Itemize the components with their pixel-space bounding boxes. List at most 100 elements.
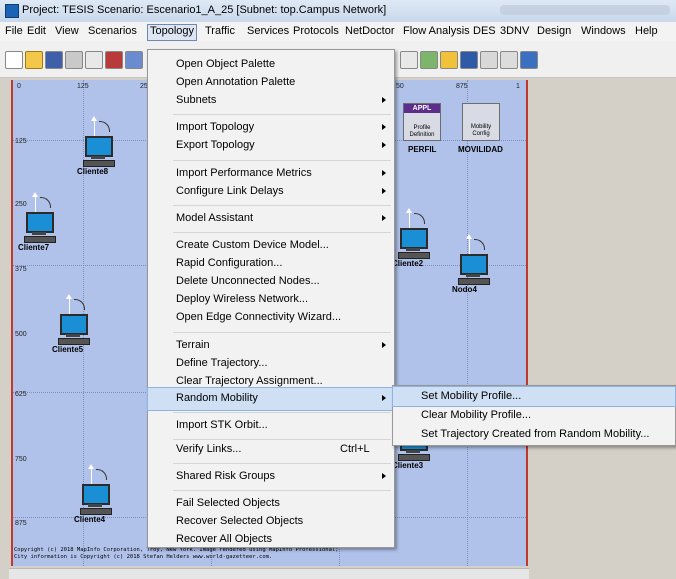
menu-protocols[interactable]: Protocols bbox=[290, 25, 342, 39]
submenu-arrow-icon bbox=[382, 97, 386, 103]
monitor-stand bbox=[32, 232, 46, 235]
menu-traffic[interactable]: Traffic bbox=[202, 25, 238, 39]
menu-item-label: Export Topology bbox=[176, 139, 255, 151]
statistics-icon[interactable] bbox=[500, 51, 518, 69]
menu-item-import-stk-orbit[interactable]: Import STK Orbit... bbox=[148, 415, 394, 437]
node-icon[interactable] bbox=[105, 51, 123, 69]
signal-icon bbox=[96, 469, 107, 480]
menu-services[interactable]: Services bbox=[244, 25, 292, 39]
menu-separator bbox=[173, 490, 391, 491]
config-icon[interactable] bbox=[420, 51, 438, 69]
menu-item-open-edge-connectivity-wizard[interactable]: Open Edge Connectivity Wizard... bbox=[148, 307, 394, 329]
signal-icon bbox=[40, 197, 51, 208]
keyboard-icon bbox=[398, 454, 430, 461]
menu-item-label: Define Trajectory... bbox=[176, 357, 268, 369]
wireless-node[interactable]: Cliente7 bbox=[18, 192, 72, 254]
view-icon[interactable] bbox=[480, 51, 498, 69]
open-folder-icon[interactable] bbox=[25, 51, 43, 69]
menu-separator bbox=[173, 412, 391, 413]
menu-item-verify-links[interactable]: Verify Links... Ctrl+L bbox=[148, 439, 394, 461]
menu-shortcut: Ctrl+L bbox=[340, 443, 370, 455]
menu-help[interactable]: Help bbox=[632, 25, 661, 39]
ruler-y-label: 125 bbox=[15, 138, 27, 145]
menu-3dnv[interactable]: 3DNV bbox=[497, 25, 532, 39]
menu-edit[interactable]: Edit bbox=[24, 25, 49, 39]
menu-item-label: Create Custom Device Model... bbox=[176, 239, 329, 251]
menu-item-shared-risk-groups[interactable]: Shared Risk Groups bbox=[148, 466, 394, 488]
antenna-icon bbox=[91, 116, 97, 136]
menu-item-label: Open Object Palette bbox=[176, 58, 276, 70]
menu-item-subnets[interactable]: Subnets bbox=[148, 90, 394, 112]
antenna-icon bbox=[66, 294, 72, 314]
menu-design[interactable]: Design bbox=[534, 25, 574, 39]
node-label: Cliente8 bbox=[77, 167, 109, 176]
menu-item-configure-link-delays[interactable]: Configure Link Delays bbox=[148, 181, 394, 203]
blurred-title-text bbox=[500, 5, 670, 15]
print-icon[interactable] bbox=[65, 51, 83, 69]
save-icon[interactable] bbox=[45, 51, 63, 69]
ruler-x-label: 50 bbox=[396, 83, 404, 90]
menu-item-label: Clear Mobility Profile... bbox=[421, 409, 532, 421]
signal-icon bbox=[99, 121, 110, 132]
wireless-icon[interactable] bbox=[125, 51, 143, 69]
random-mobility-submenu: Set Mobility Profile... Clear Mobility P… bbox=[392, 385, 676, 446]
menu-item-label: Set Trajectory Created from Random Mobil… bbox=[421, 428, 650, 440]
submenu-arrow-icon bbox=[382, 342, 386, 348]
app-icon bbox=[5, 4, 19, 18]
keyboard-icon bbox=[24, 236, 56, 243]
horizontal-scrollbar[interactable] bbox=[9, 568, 529, 579]
menu-item-label: Verify Links... bbox=[176, 443, 242, 455]
signal-icon bbox=[414, 213, 425, 224]
menu-view[interactable]: View bbox=[52, 25, 82, 39]
menu-item-random-mobility[interactable]: Random Mobility bbox=[147, 387, 395, 411]
menu-item-set-mobility-profile[interactable]: Set Mobility Profile... bbox=[392, 386, 676, 407]
config-text: Mobility bbox=[470, 124, 492, 130]
results-icon[interactable] bbox=[460, 51, 478, 69]
menu-file[interactable]: File bbox=[2, 25, 26, 39]
antenna-icon bbox=[406, 208, 412, 228]
menu-scenarios[interactable]: Scenarios bbox=[85, 25, 140, 39]
wireless-node[interactable]: Cliente5 bbox=[52, 294, 106, 356]
menu-item-label: Clear Trajectory Assignment... bbox=[176, 375, 323, 387]
submenu-arrow-icon bbox=[382, 142, 386, 148]
menu-item-label: Shared Risk Groups bbox=[176, 470, 276, 482]
workstation-icon bbox=[460, 254, 488, 275]
menu-item-label: Set Mobility Profile... bbox=[421, 390, 522, 402]
menu-item-label: Delete Unconnected Nodes... bbox=[176, 275, 320, 287]
menu-flow-analysis[interactable]: Flow Analysis bbox=[400, 25, 473, 39]
ruler-x-label: 1 bbox=[516, 83, 520, 90]
menu-item-clear-mobility-profile[interactable]: Clear Mobility Profile... bbox=[393, 406, 675, 425]
menu-topology[interactable]: Topology bbox=[147, 24, 198, 41]
menu-windows[interactable]: Windows bbox=[578, 25, 629, 39]
wireless-node[interactable]: Cliente8 bbox=[77, 116, 131, 178]
menu-des[interactable]: DES bbox=[470, 25, 499, 39]
menu-item-model-assistant[interactable]: Model Assistant bbox=[148, 208, 394, 230]
submenu-arrow-icon bbox=[382, 473, 386, 479]
monitor-stand bbox=[88, 504, 102, 507]
menu-item-set-trajectory-from-random-mobility[interactable]: Set Trajectory Created from Random Mobil… bbox=[393, 425, 675, 444]
wireless-node[interactable]: Nodo4 bbox=[452, 234, 506, 296]
mobility-config-node[interactable]: Mobility Config bbox=[462, 103, 500, 141]
link-icon[interactable] bbox=[400, 51, 418, 69]
profile-definition-node[interactable]: APPL Profile Definition bbox=[403, 103, 441, 141]
new-project-icon[interactable] bbox=[5, 51, 23, 69]
report-icon[interactable] bbox=[440, 51, 458, 69]
ruler-x-label: 125 bbox=[77, 83, 89, 90]
menu-item-recover-all-objects[interactable]: Recover All Objects bbox=[148, 529, 394, 551]
menu-item-label: Import Performance Metrics bbox=[176, 167, 312, 179]
node-label: MOVILIDAD bbox=[458, 145, 503, 154]
hybrid-icon[interactable] bbox=[520, 51, 538, 69]
keyboard-icon bbox=[458, 278, 490, 285]
antenna-icon bbox=[466, 234, 472, 254]
ruler-x-label: 875 bbox=[456, 83, 468, 90]
monitor-stand bbox=[466, 274, 480, 277]
cut-icon[interactable] bbox=[85, 51, 103, 69]
monitor-stand bbox=[406, 450, 420, 453]
keyboard-icon bbox=[58, 338, 90, 345]
menu-item-export-topology[interactable]: Export Topology bbox=[148, 135, 394, 157]
wireless-node[interactable]: Cliente4 bbox=[74, 464, 128, 526]
menu-netdoctor[interactable]: NetDoctor bbox=[342, 25, 398, 39]
menu-separator bbox=[173, 160, 391, 161]
wireless-node[interactable]: Cliente2 bbox=[392, 208, 446, 270]
submenu-arrow-icon bbox=[382, 170, 386, 176]
